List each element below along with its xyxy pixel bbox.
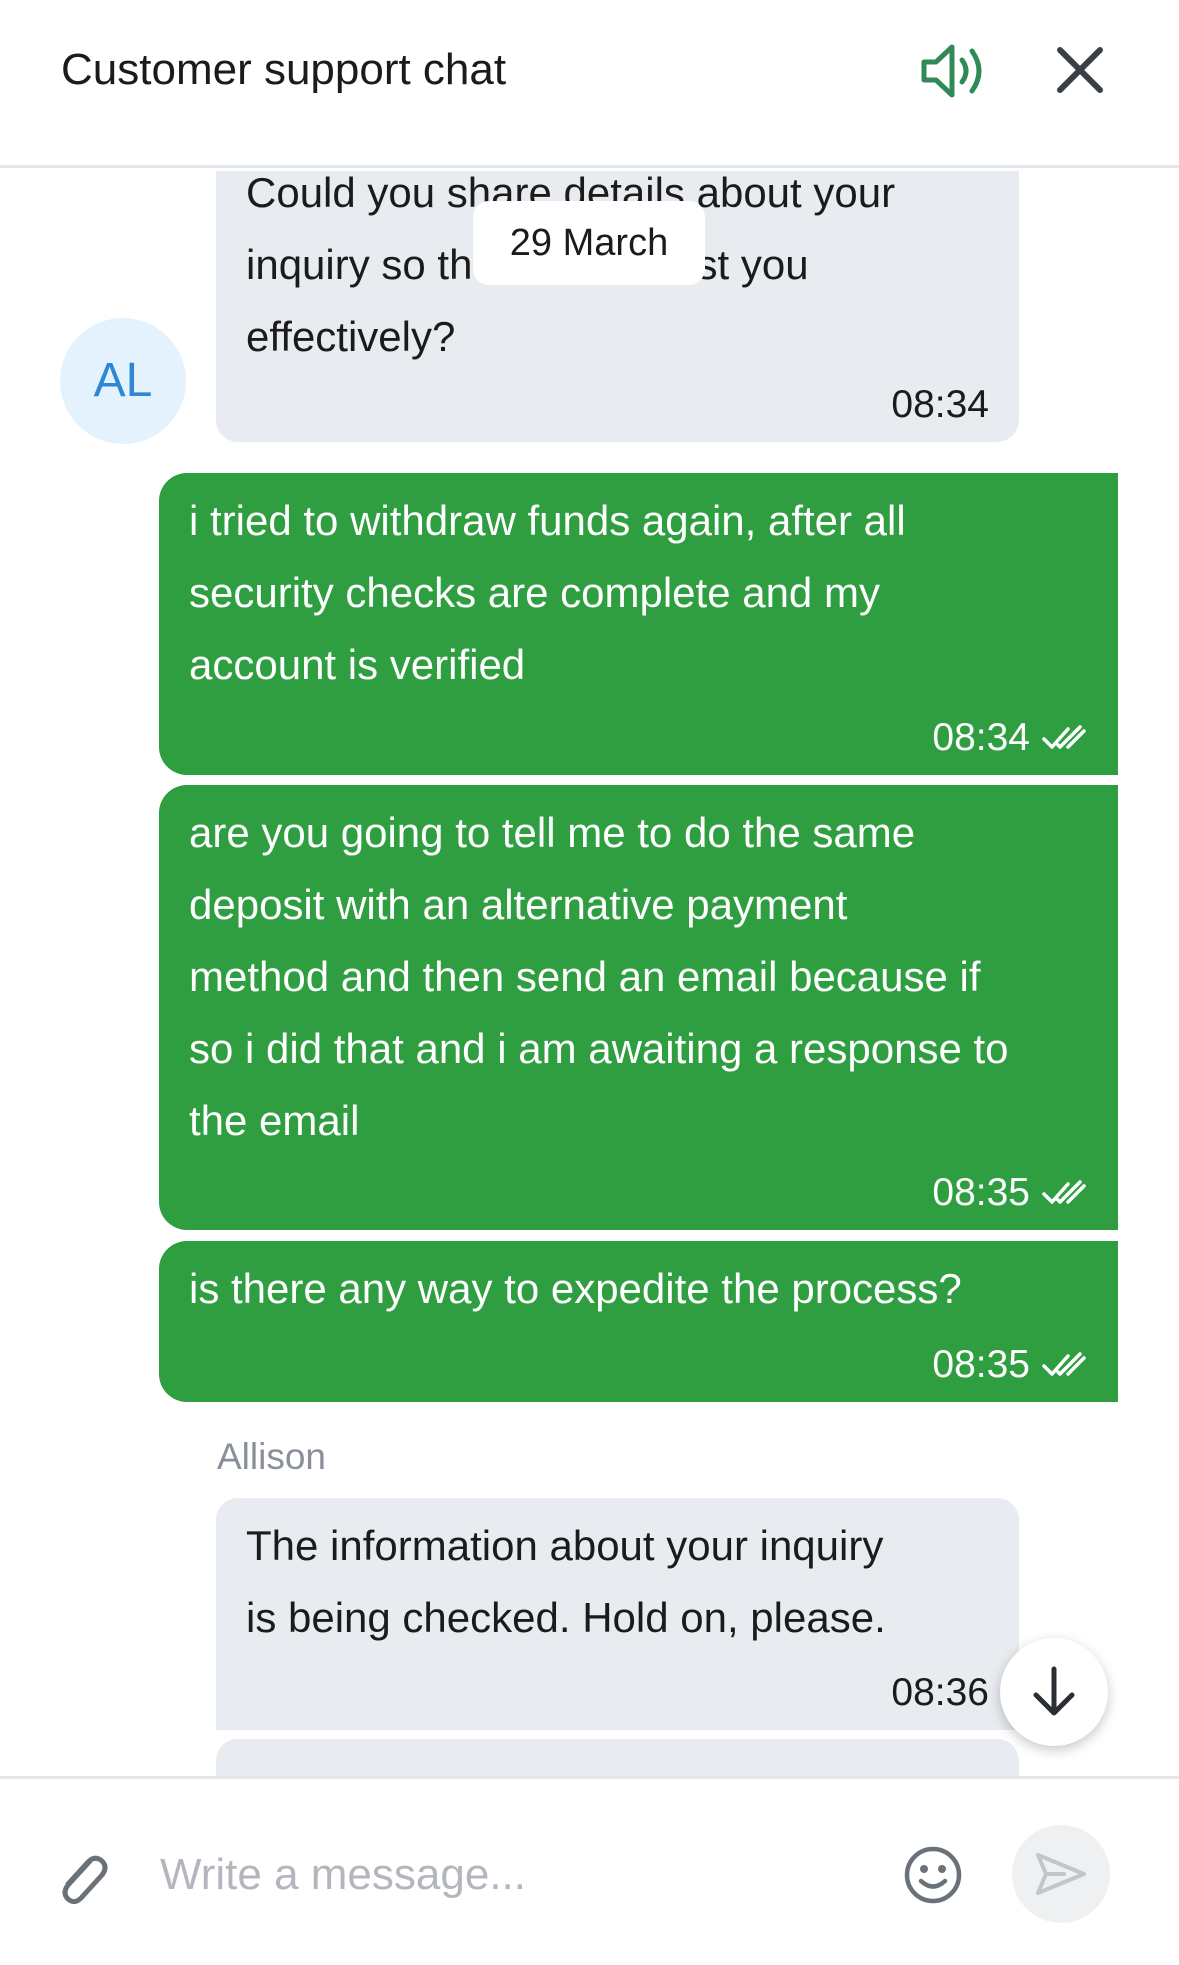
message-text: i tried to withdraw funds again, after a…: [189, 497, 906, 688]
message-meta: 08:35: [932, 1340, 1086, 1390]
sender-name: Allison: [217, 1436, 326, 1477]
paperclip-icon: [62, 1855, 108, 1905]
message-meta: 08:35: [932, 1168, 1086, 1218]
agent-message-partial: [216, 1739, 1019, 1776]
agent-message: The information about your inquiry is be…: [216, 1498, 1019, 1730]
send-arrow-icon: [1036, 1853, 1086, 1895]
date-chip: 29 March: [473, 201, 705, 285]
double-check-icon: [1042, 725, 1086, 749]
message-meta: 08:34: [891, 380, 989, 430]
user-message: is there any way to expedite the process…: [159, 1241, 1118, 1402]
message-time: 08:35: [932, 1171, 1030, 1214]
user-message: i tried to withdraw funds again, after a…: [159, 473, 1118, 775]
message-meta: 08:34: [932, 713, 1086, 763]
double-check-icon: [1042, 1180, 1086, 1204]
user-message: are you going to tell me to do the same …: [159, 785, 1118, 1230]
attach-button[interactable]: [54, 1847, 110, 1907]
message-time: 08:36: [891, 1671, 989, 1714]
arrow-down-icon: [1033, 1666, 1075, 1716]
message-list[interactable]: 29 March AL Could you share details abou…: [0, 171, 1179, 1776]
header-title: Customer support chat: [61, 45, 507, 94]
double-check-icon: [1042, 1352, 1086, 1376]
chat-header: Customer support chat: [0, 0, 1179, 168]
emoji-smile-icon: [904, 1846, 962, 1904]
close-icon: [1057, 47, 1103, 93]
message-text: The information about your inquiry is be…: [246, 1522, 886, 1641]
emoji-button[interactable]: [903, 1845, 963, 1905]
send-button[interactable]: [1012, 1825, 1110, 1923]
agent-avatar: AL: [60, 318, 186, 444]
speaker-volume-icon[interactable]: [918, 38, 990, 104]
message-text: are you going to tell me to do the same …: [189, 809, 1009, 1144]
scroll-to-bottom-button[interactable]: [1000, 1638, 1108, 1746]
message-input[interactable]: [160, 1843, 880, 1907]
message-text: is there any way to expedite the process…: [189, 1265, 962, 1312]
message-time: 08:34: [932, 716, 1030, 759]
message-meta: 08:36: [891, 1668, 989, 1718]
close-button[interactable]: [1050, 40, 1110, 100]
message-composer: [0, 1776, 1179, 1965]
message-time: 08:35: [932, 1343, 1030, 1386]
message-time: 08:34: [891, 383, 989, 426]
